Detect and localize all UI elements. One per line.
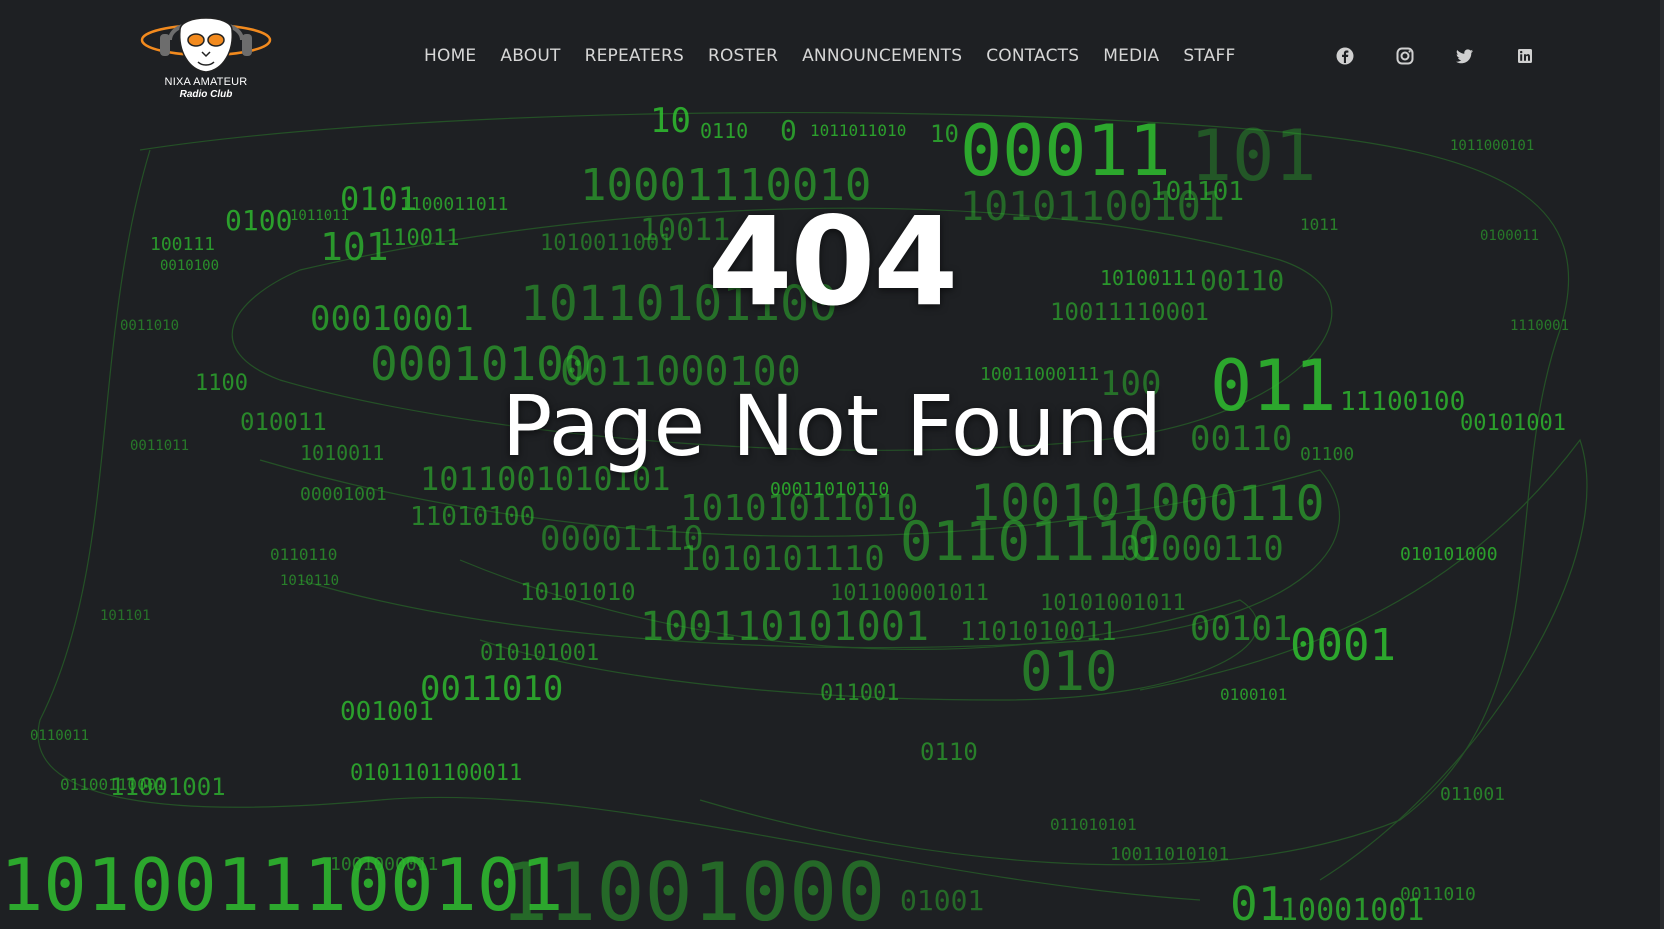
svg-text:0001: 0001 <box>1290 620 1396 671</box>
svg-text:1011011010: 1011011010 <box>810 121 906 140</box>
svg-text:10101010: 10101010 <box>520 578 636 606</box>
svg-text:10011010101: 10011010101 <box>1110 844 1229 865</box>
error-code: 404 <box>707 191 959 333</box>
linkedin-link[interactable] <box>1515 46 1535 66</box>
svg-text:010101000: 010101000 <box>1400 544 1498 565</box>
nav-announcements[interactable]: ANNOUNCEMENTS <box>790 44 974 68</box>
logo-text-line2: Radio Club <box>179 89 233 100</box>
svg-text:010101001: 010101001 <box>480 641 599 666</box>
nav-staff[interactable]: STAFF <box>1171 44 1247 68</box>
svg-text:0011010: 0011010 <box>420 669 563 709</box>
svg-text:0011010: 0011010 <box>1400 884 1476 905</box>
twitter-link[interactable] <box>1455 46 1475 66</box>
nav-repeaters[interactable]: REPEATERS <box>573 44 696 68</box>
site-header: NIXA AMATEUR Radio Club HOME ABOUT REPEA… <box>0 0 1664 110</box>
svg-text:00110: 00110 <box>1180 476 1325 532</box>
twitter-icon <box>1456 49 1473 64</box>
svg-text:01001: 01001 <box>900 884 984 917</box>
svg-text:00101: 00101 <box>1190 609 1292 649</box>
svg-text:0100101: 0100101 <box>1220 685 1287 704</box>
svg-text:0: 0 <box>780 114 797 147</box>
facebook-link[interactable] <box>1335 46 1355 66</box>
svg-text:1001000011: 1001000011 <box>330 854 438 875</box>
svg-text:0110011: 0110011 <box>30 728 89 744</box>
svg-text:10101011010: 10101011010 <box>680 488 918 529</box>
club-logo[interactable]: NIXA AMATEUR Radio Club <box>138 10 274 104</box>
svg-text:11010100: 11010100 <box>410 502 535 532</box>
svg-text:1010101110: 1010101110 <box>680 539 885 579</box>
nav-roster[interactable]: ROSTER <box>696 44 790 68</box>
nav-contacts[interactable]: CONTACTS <box>974 44 1091 68</box>
svg-text:011010101: 011010101 <box>1050 815 1137 834</box>
instagram-icon <box>1396 47 1414 65</box>
svg-text:00011: 00011 <box>960 110 1171 192</box>
svg-text:01: 01 <box>1230 877 1285 929</box>
svg-text:10101001011: 10101001011 <box>1040 591 1186 616</box>
svg-text:11001000: 11001000 <box>500 846 885 929</box>
svg-text:1010110: 1010110 <box>280 573 339 589</box>
svg-text:101101: 101101 <box>100 608 151 624</box>
linkedin-icon <box>1518 49 1532 63</box>
svg-text:011001: 011001 <box>820 681 899 706</box>
svg-text:0101101100011: 0101101100011 <box>350 761 522 786</box>
instagram-link[interactable] <box>1395 46 1415 66</box>
nav-about[interactable]: ABOUT <box>488 44 572 68</box>
error-message: Page Not Found <box>501 377 1163 475</box>
mascot-logo-icon <box>140 17 272 73</box>
svg-text:100110101001: 100110101001 <box>640 604 929 650</box>
svg-text:11001001: 11001001 <box>110 773 226 801</box>
svg-text:10: 10 <box>930 120 959 148</box>
facebook-icon <box>1336 47 1354 65</box>
svg-text:011001: 011001 <box>1440 784 1505 805</box>
logo-text-line1: NIXA AMATEUR <box>164 76 248 88</box>
svg-text:01000110: 01000110 <box>1120 529 1284 569</box>
svg-text:1010011100101: 1010011100101 <box>0 843 564 927</box>
svg-text:010: 010 <box>1020 640 1118 703</box>
main-nav: HOME ABOUT REPEATERS ROSTER ANNOUNCEMENT… <box>412 44 1247 68</box>
svg-text:1011000101: 1011000101 <box>1450 138 1534 154</box>
svg-text:0110: 0110 <box>700 119 748 143</box>
svg-text:0110110: 0110110 <box>270 545 337 564</box>
svg-text:0110: 0110 <box>920 738 978 766</box>
nav-home[interactable]: HOME <box>412 44 488 68</box>
svg-text:101100001011: 101100001011 <box>830 581 989 606</box>
svg-text:00001001: 00001001 <box>300 484 387 505</box>
nav-media[interactable]: MEDIA <box>1091 44 1171 68</box>
